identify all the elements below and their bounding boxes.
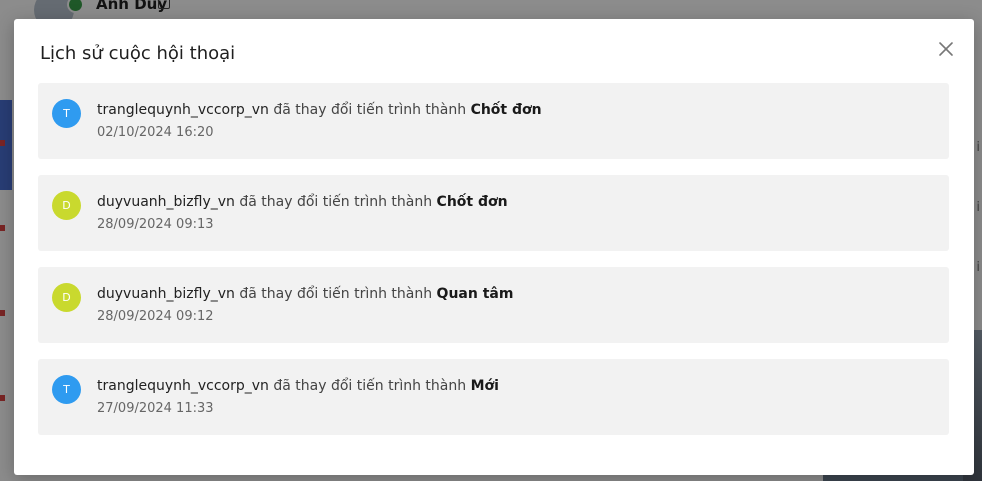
history-item: D duyvuanh_bizfly_vn đã thay đổi tiến tr… <box>38 175 949 251</box>
user-avatar: D <box>52 191 81 220</box>
history-list: T tranglequynh_vccorp_vn đã thay đổi tiế… <box>38 83 949 451</box>
history-description: tranglequynh_vccorp_vn đã thay đổi tiến … <box>97 378 499 394</box>
history-status: Quan tâm <box>436 286 514 302</box>
history-user: duyvuanh_bizfly_vn <box>97 286 235 302</box>
user-avatar: D <box>52 283 81 312</box>
history-status: Mới <box>470 378 499 394</box>
history-action: đã thay đổi tiến trình thành <box>273 378 467 394</box>
history-action: đã thay đổi tiến trình thành <box>273 102 467 118</box>
history-status: Chốt đơn <box>470 102 542 118</box>
history-user: tranglequynh_vccorp_vn <box>97 378 269 394</box>
history-user: duyvuanh_bizfly_vn <box>97 194 235 210</box>
history-timestamp: 27/09/2024 11:33 <box>97 401 214 416</box>
history-description: duyvuanh_bizfly_vn đã thay đổi tiến trìn… <box>97 286 513 302</box>
close-button[interactable] <box>934 37 958 61</box>
history-status: Chốt đơn <box>436 194 508 210</box>
history-action: đã thay đổi tiến trình thành <box>239 286 433 302</box>
user-avatar: T <box>52 99 81 128</box>
modal-title: Lịch sử cuộc hội thoại <box>40 43 236 64</box>
history-timestamp: 28/09/2024 09:13 <box>97 217 214 232</box>
history-timestamp: 02/10/2024 16:20 <box>97 125 214 140</box>
conversation-history-modal: Lịch sử cuộc hội thoại T tranglequynh_vc… <box>14 19 974 475</box>
history-item: D duyvuanh_bizfly_vn đã thay đổi tiến tr… <box>38 267 949 343</box>
history-description: duyvuanh_bizfly_vn đã thay đổi tiến trìn… <box>97 194 508 210</box>
history-item: T tranglequynh_vccorp_vn đã thay đổi tiế… <box>38 359 949 435</box>
close-icon <box>939 42 953 56</box>
history-item: T tranglequynh_vccorp_vn đã thay đổi tiế… <box>38 83 949 159</box>
history-user: tranglequynh_vccorp_vn <box>97 102 269 118</box>
user-avatar: T <box>52 375 81 404</box>
history-action: đã thay đổi tiến trình thành <box>239 194 433 210</box>
history-timestamp: 28/09/2024 09:12 <box>97 309 214 324</box>
history-description: tranglequynh_vccorp_vn đã thay đổi tiến … <box>97 102 542 118</box>
